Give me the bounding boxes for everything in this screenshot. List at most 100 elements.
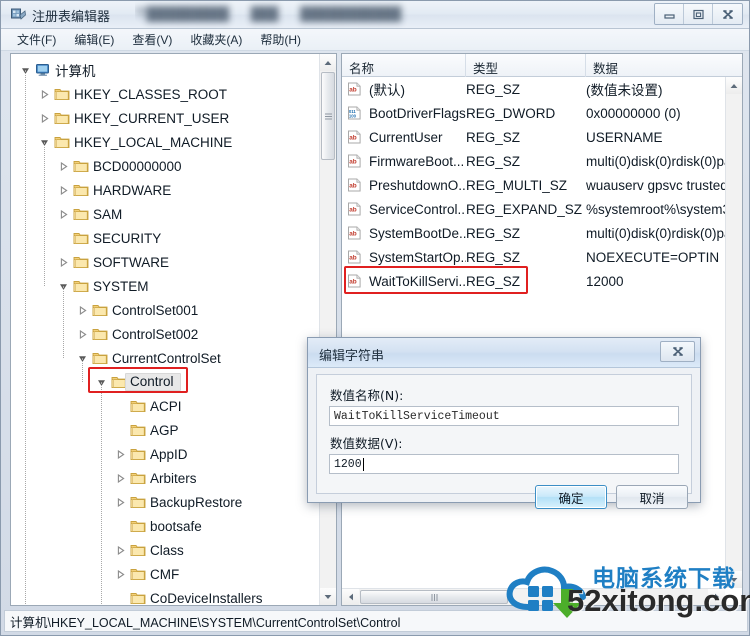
tree-node-acpi[interactable]: ACPI <box>11 394 317 418</box>
tree-node-appid[interactable]: AppID <box>11 442 317 466</box>
tree-node-hkey-classes-root[interactable]: HKEY_CLASSES_ROOT <box>11 82 317 106</box>
value-name-input[interactable]: WaitToKillServiceTimeout <box>329 406 679 426</box>
tree-node-controlset001[interactable]: ControlSet001 <box>11 298 317 322</box>
maximize-button[interactable] <box>684 4 713 24</box>
minimize-button[interactable] <box>655 4 684 24</box>
tree-node-controlset002[interactable]: ControlSet002 <box>11 322 317 346</box>
value-row[interactable]: ab CurrentUser REG_SZ USERNAME <box>342 125 742 149</box>
tree-node-hkey-local-machine[interactable]: HKEY_LOCAL_MACHINE <box>11 130 317 154</box>
tree-node-hardware[interactable]: HARDWARE <box>11 178 317 202</box>
tree-node-security[interactable]: SECURITY <box>11 226 317 250</box>
value-row[interactable]: ab (默认) REG_SZ (数值未设置) <box>342 77 742 101</box>
value-row[interactable]: ab ServiceControl... REG_EXPAND_SZ %systemr… <box>342 197 742 221</box>
values-scroll-right-arrow[interactable] <box>708 589 725 605</box>
string-value-icon: ab <box>347 274 366 288</box>
ok-button[interactable]: 确定 <box>535 485 607 509</box>
expand-triangle-icon[interactable] <box>37 89 52 99</box>
tree-vertical-scrollbar[interactable] <box>319 54 336 605</box>
folder-icon <box>128 495 148 509</box>
value-name-cell: ab WaitToKillServi... <box>342 274 466 289</box>
value-type-cell: REG_SZ <box>466 249 521 265</box>
expand-triangle-icon[interactable] <box>113 473 128 483</box>
values-hscroll-thumb[interactable] <box>360 590 508 604</box>
tree-node-currentcontrolset[interactable]: CurrentControlSet <box>11 346 317 370</box>
tree-node-bcd00000000[interactable]: BCD00000000 <box>11 154 317 178</box>
value-data-cell: USERNAME <box>586 129 663 145</box>
tree-node-bootsafe[interactable]: bootsafe <box>11 514 317 538</box>
close-button[interactable] <box>713 4 742 24</box>
tree-node-software[interactable]: SOFTWARE <box>11 250 317 274</box>
screenshot-root: 注册表编辑器 Ͳ█████████ ███ ███████████ 文件(F) … <box>0 0 750 636</box>
menu-help[interactable]: 帮助(H) <box>251 29 310 51</box>
tree-node-cmf[interactable]: CMF <box>11 562 317 586</box>
tree-node-label: HARDWARE <box>93 182 172 198</box>
value-name-input-text: WaitToKillServiceTimeout <box>334 409 500 423</box>
tree-node-codeviceinstallers[interactable]: CoDeviceInstallers <box>11 586 317 606</box>
tree-node--[interactable]: 计算机 <box>11 58 317 82</box>
scroll-down-arrow[interactable] <box>320 588 336 605</box>
value-row[interactable]: 011 100 BootDriverFlags REG_DWORD 0x00000000… <box>342 101 742 125</box>
value-row[interactable]: ab SystemBootDe... REG_SZ multi(0)disk(0)rd… <box>342 221 742 245</box>
string-value-icon: ab <box>347 130 366 144</box>
value-data-cell: wuauserv gpsvc trustedins <box>586 177 742 193</box>
expand-triangle-icon[interactable] <box>75 329 90 339</box>
registry-editor-window: 注册表编辑器 Ͳ█████████ ███ ███████████ 文件(F) … <box>0 0 750 636</box>
expand-triangle-icon[interactable] <box>56 185 71 195</box>
expand-triangle-icon[interactable] <box>37 113 52 123</box>
tree-node-label: CoDeviceInstallers <box>150 590 263 606</box>
folder-icon <box>71 279 91 293</box>
expand-triangle-icon[interactable] <box>113 545 128 555</box>
column-header-name[interactable]: 名称 <box>342 54 466 77</box>
expand-triangle-icon[interactable] <box>113 569 128 579</box>
expand-triangle-icon[interactable] <box>56 161 71 171</box>
expand-triangle-icon[interactable] <box>75 305 90 315</box>
values-horizontal-scrollbar[interactable] <box>342 588 725 605</box>
expand-triangle-icon[interactable] <box>56 209 71 219</box>
dialog-close-button[interactable] <box>660 341 695 362</box>
svg-text:ab: ab <box>349 206 357 213</box>
expand-triangle-icon[interactable] <box>113 449 128 459</box>
tree-node-label: CMF <box>150 566 180 582</box>
values-vertical-scrollbar[interactable] <box>725 77 742 588</box>
menu-file[interactable]: 文件(F) <box>8 29 65 51</box>
value-row[interactable]: ab SystemStartOp... REG_SZ NOEXECUTE=OPTIN <box>342 245 742 269</box>
folder-icon <box>128 567 148 581</box>
scroll-up-arrow[interactable] <box>320 54 336 71</box>
tree-node-label: 计算机 <box>55 64 96 79</box>
value-row[interactable]: ab PreshutdownO... REG_MULTI_SZ wuauserv gp… <box>342 173 742 197</box>
value-name-label: 数值名称(N): <box>330 388 404 403</box>
value-type-cell: REG_SZ <box>466 129 521 145</box>
tree-node-control[interactable]: Control <box>11 370 317 394</box>
menu-favorites[interactable]: 收藏夹(A) <box>181 29 251 51</box>
value-data-cell: (数值未设置) <box>586 83 663 98</box>
value-data-cell: multi(0)disk(0)rdisk(0)parti <box>586 153 742 169</box>
tree-node-arbiters[interactable]: Arbiters <box>11 466 317 490</box>
column-header-data[interactable]: 数据 <box>586 54 742 77</box>
column-header-type[interactable]: 类型 <box>466 54 586 77</box>
folder-icon <box>128 471 148 485</box>
expand-triangle-icon[interactable] <box>113 497 128 507</box>
window-controls <box>654 3 743 25</box>
value-data-input[interactable]: 1200 <box>329 454 679 474</box>
tree-node-system[interactable]: SYSTEM <box>11 274 317 298</box>
cancel-button[interactable]: 取消 <box>616 485 688 509</box>
tree-node-agp[interactable]: AGP <box>11 418 317 442</box>
svg-text:ab: ab <box>349 230 357 237</box>
tree-node-sam[interactable]: SAM <box>11 202 317 226</box>
menu-view[interactable]: 查看(V) <box>123 29 181 51</box>
value-row[interactable]: ab FirmwareBoot... REG_SZ multi(0)disk(0)rd… <box>342 149 742 173</box>
value-row[interactable]: ab WaitToKillServi... REG_SZ 12000 <box>342 269 742 293</box>
folder-icon <box>71 183 91 197</box>
value-data-cell: 12000 <box>586 273 624 289</box>
values-scroll-down-arrow[interactable] <box>726 571 742 588</box>
values-scroll-left-arrow[interactable] <box>342 589 359 605</box>
svg-text:ab: ab <box>349 278 357 285</box>
tree-node-class[interactable]: Class <box>11 538 317 562</box>
tree-scroll-thumb[interactable] <box>321 72 335 160</box>
tree-node-label: BackupRestore <box>150 494 243 510</box>
expand-triangle-icon[interactable] <box>56 257 71 267</box>
tree-node-hkey-current-user[interactable]: HKEY_CURRENT_USER <box>11 106 317 130</box>
menu-edit[interactable]: 编辑(E) <box>65 29 123 51</box>
tree-node-backuprestore[interactable]: BackupRestore <box>11 490 317 514</box>
values-scroll-up-arrow[interactable] <box>726 77 742 94</box>
